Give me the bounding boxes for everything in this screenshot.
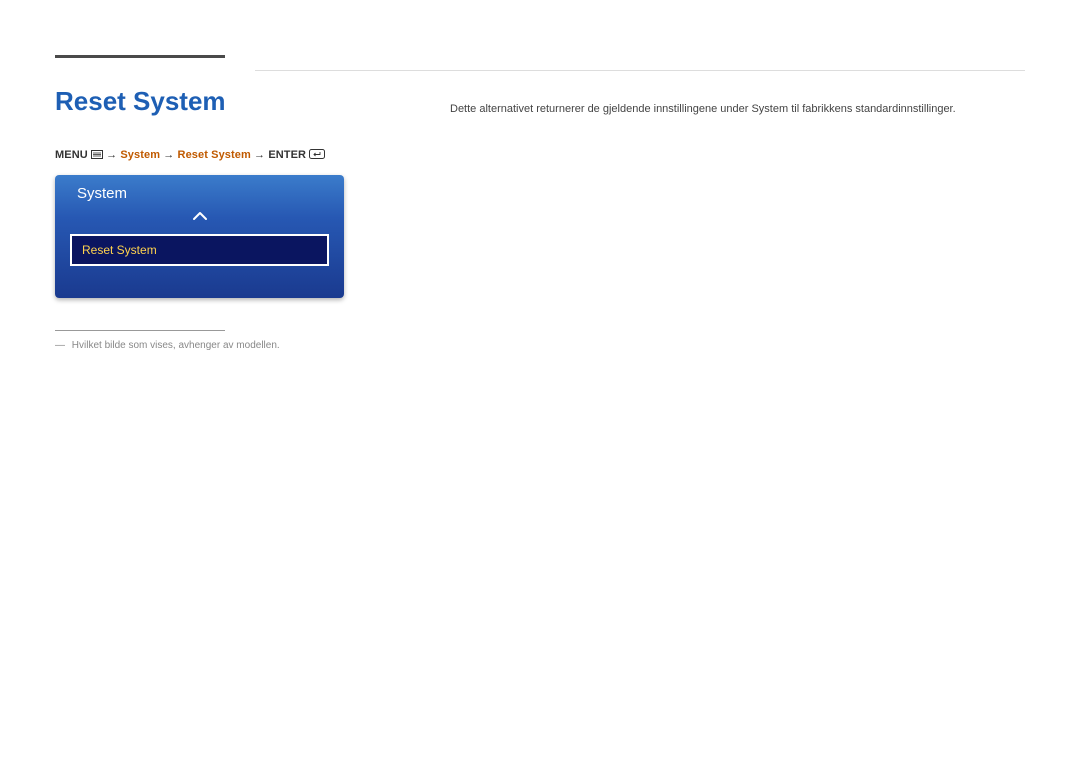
breadcrumb-system: System	[120, 149, 160, 161]
breadcrumb-menu-label: MENU	[55, 149, 88, 161]
breadcrumb-arrow-1: →	[106, 149, 117, 161]
footnote-dash: ―	[55, 340, 65, 351]
breadcrumb-reset: Reset System	[178, 149, 251, 161]
menu-icon	[91, 149, 103, 159]
chevron-up-icon[interactable]	[55, 208, 344, 230]
enter-icon	[309, 149, 325, 160]
breadcrumb: MENU → System → Reset System → ENTER	[55, 149, 1025, 161]
osd-selected-label: Reset System	[82, 243, 157, 257]
horizontal-rule	[255, 70, 1025, 71]
breadcrumb-arrow-3: →	[254, 149, 265, 161]
description-text: Dette alternativet returnerer de gjelden…	[450, 101, 1025, 118]
osd-panel-title: System	[55, 175, 344, 208]
breadcrumb-arrow-2: →	[163, 149, 174, 161]
osd-panel: System Reset System	[55, 175, 344, 298]
top-accent-bar	[55, 55, 225, 58]
footnote-separator	[55, 330, 225, 331]
footnote: ― Hvilket bilde som vises, avhenger av m…	[55, 340, 1025, 351]
footnote-text: Hvilket bilde som vises, avhenger av mod…	[72, 340, 280, 351]
osd-selected-item[interactable]: Reset System	[70, 234, 329, 266]
breadcrumb-enter-label: ENTER	[268, 149, 306, 161]
